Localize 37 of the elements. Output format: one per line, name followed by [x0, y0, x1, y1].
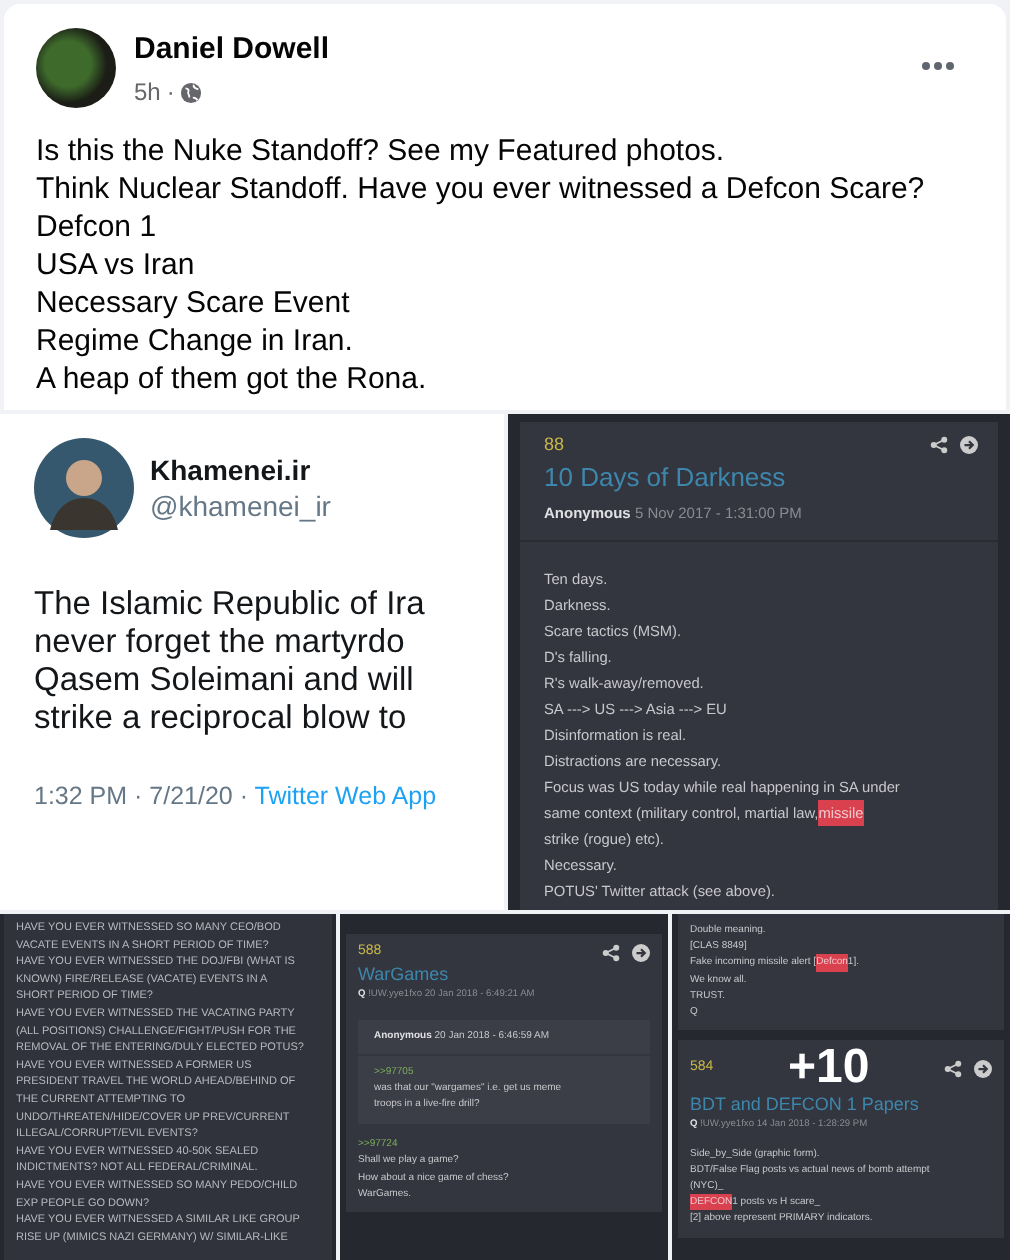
share-icon[interactable] — [930, 435, 948, 453]
arrow-circle-icon[interactable] — [974, 1059, 992, 1078]
separator: · — [166, 78, 175, 106]
globe-icon — [180, 81, 203, 103]
account-handle: @khamenei_ir — [150, 490, 331, 522]
post-text-line: Is this the Nuke Standoff? See my Featured photos. — [36, 132, 727, 170]
post-time[interactable]: 5h — [134, 78, 161, 106]
post-title: 10 Days of Darkness — [544, 462, 788, 492]
avatar — [34, 438, 134, 538]
post-title: WarGames — [358, 966, 451, 983]
avatar[interactable] — [36, 28, 116, 108]
tweet-text-line: Qasem Soleimani and will — [34, 662, 416, 700]
more-photos-count[interactable]: +10 — [787, 1044, 870, 1093]
post-screenshot[interactable] — [508, 414, 1010, 910]
post-text-line: Think Nuclear Standoff. Have you ever witnessed a Defcon Scare? — [36, 170, 927, 208]
post-text-line: A heap of them got the Rona. — [36, 360, 429, 398]
post-screenshot[interactable] — [0, 914, 336, 1260]
post-screenshot[interactable] — [340, 914, 668, 1260]
share-icon[interactable] — [602, 944, 620, 962]
post-text-line: Defcon 1 — [36, 208, 159, 246]
tweet-screenshot[interactable]: Khamenei.ir @khamenei_ir The Islamic Republic of Ira never forget the martyrdo Qasem Soleimani and will strike a reciprocal blow to 1:32 PM · 7/21/20 · Twitter Web App — [0, 414, 504, 910]
post-text-line: USA vs Iran — [36, 246, 197, 284]
author-name[interactable]: Daniel Dowell — [134, 32, 904, 66]
post-text-line: Regime Change in Iran. — [36, 322, 355, 360]
tweet-timestamp: 1:32 PM · 7/21/20 · — [34, 782, 249, 810]
account-name: Khamenei.ir — [150, 454, 313, 486]
tweet-text-line: strike a reciprocal blow to — [34, 700, 409, 738]
post-title: BDT and DEFCON 1 Papers — [690, 1096, 921, 1113]
tweet-text-line: The Islamic Republic of Ira — [34, 586, 427, 624]
more-options-icon[interactable] — [922, 62, 954, 70]
arrow-circle-icon[interactable] — [632, 944, 650, 962]
share-icon[interactable] — [944, 1059, 962, 1078]
post-number: 88 — [544, 434, 565, 454]
tweet-text-line: never forget the martyrdo — [34, 624, 407, 662]
post-screenshot[interactable] — [672, 914, 1010, 1260]
post-text-line: Necessary Scare Event — [36, 284, 352, 322]
arrow-circle-icon[interactable] — [960, 435, 978, 453]
